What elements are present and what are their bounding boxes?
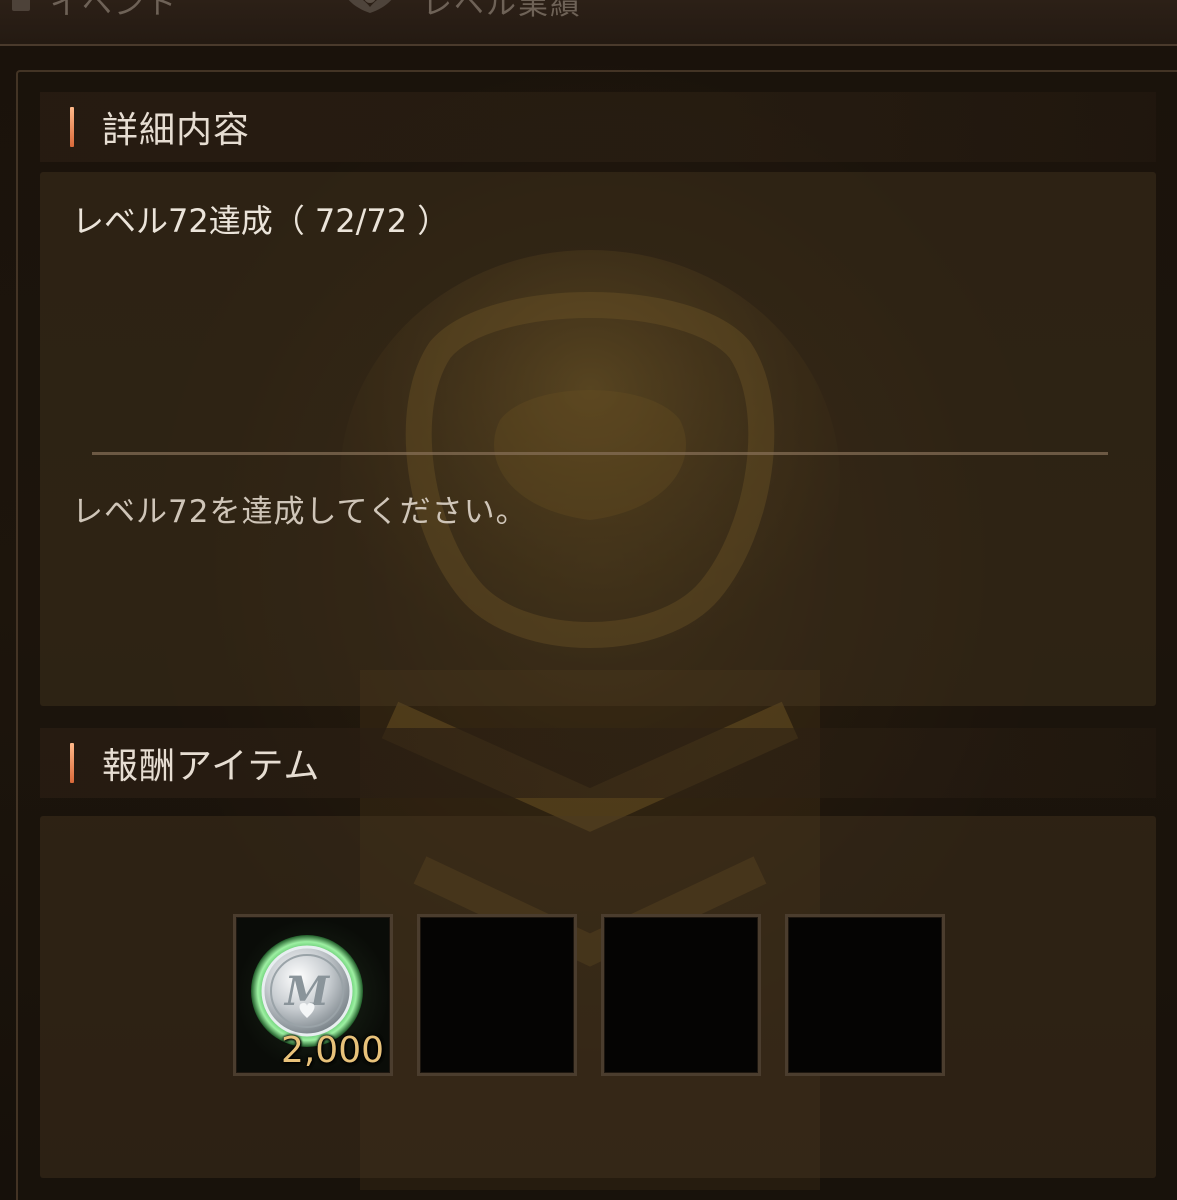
bar-icon — [12, 0, 30, 11]
achievement-goal-text: レベル72達成（ 72/72 ） — [72, 202, 450, 240]
header-accent-bar — [70, 743, 74, 783]
detail-section-title: 詳細内容 — [102, 110, 251, 151]
reward-slot-empty[interactable] — [417, 914, 577, 1076]
reward-section-header: 報酬アイテム — [40, 728, 1156, 798]
top-tab-bar: イベント レベル業績 — [0, 0, 1177, 46]
item-quantity: 2,000 — [280, 1030, 384, 1071]
header-accent-bar — [70, 107, 74, 147]
tab-event[interactable]: イベント — [12, 0, 178, 22]
reward-section-title: 報酬アイテム — [102, 746, 321, 787]
reward-slot-empty[interactable] — [785, 914, 945, 1076]
achievement-description: レベル72を達成してください。 — [72, 494, 528, 530]
detail-section-header: 詳細内容 — [40, 92, 1156, 162]
divider — [92, 452, 1108, 455]
achievement-detail-screen: イベント レベル業績 詳細内容 レベル72達成（ 72/72 ） レベル72を達… — [0, 0, 1177, 1200]
detail-panel: レベル72達成（ 72/72 ） レベル72を達成してください。 — [40, 172, 1156, 706]
reward-slot[interactable]: M 2,000 — [233, 914, 393, 1076]
tab-level-achievement-label: レベル業績 — [422, 0, 582, 22]
reward-panel — [40, 816, 1156, 1178]
leaf-emblem-icon — [348, 0, 392, 13]
tab-event-label: イベント — [50, 0, 178, 22]
tab-level-achievement[interactable]: レベル業績 — [338, 0, 582, 22]
reward-slot-empty[interactable] — [601, 914, 761, 1076]
